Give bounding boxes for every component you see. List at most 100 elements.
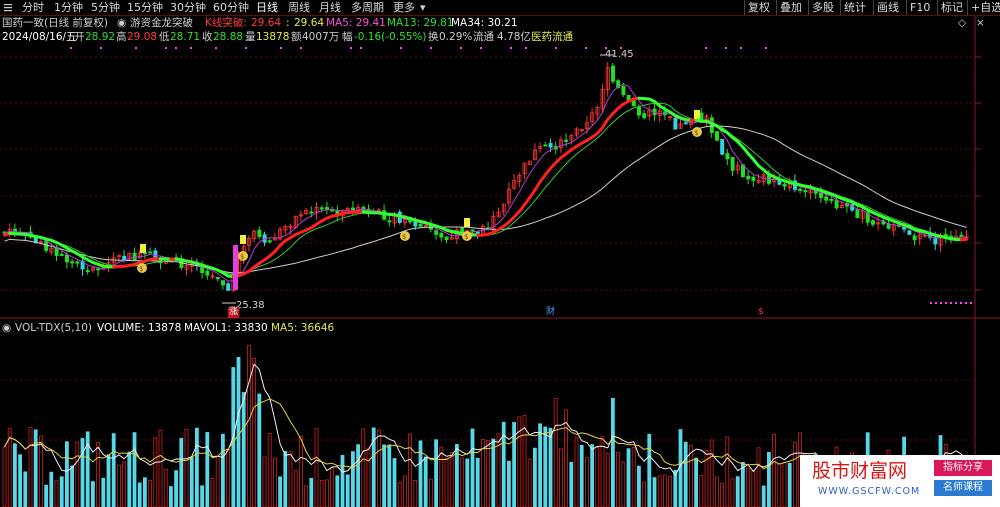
signal-dot [725, 47, 727, 49]
volume-bar [44, 484, 48, 507]
signal-dot [190, 47, 192, 49]
candle-body [715, 131, 720, 141]
signal-dot [480, 47, 482, 49]
volume-bar [657, 475, 662, 507]
volume-bar [80, 438, 85, 507]
volume-bar [475, 457, 480, 507]
volume-bar [163, 468, 168, 507]
candle-body [637, 106, 642, 116]
candle-body [324, 207, 329, 210]
money-bag-symbol: $ [464, 233, 468, 241]
signal-dot [350, 47, 352, 49]
volume-bar [153, 437, 158, 507]
volume-bar [96, 442, 100, 507]
volume-bar [91, 481, 95, 507]
volume-bar [330, 467, 335, 507]
volume-bar [694, 457, 698, 507]
signal-dot [300, 47, 302, 49]
candle-body [959, 234, 964, 237]
volume-bar [787, 462, 792, 507]
volume-bar [434, 439, 439, 507]
candle-body [205, 270, 210, 276]
signal-marker [240, 235, 246, 244]
volume-bar [533, 447, 537, 507]
volume-bar [148, 480, 153, 507]
volume-bar [709, 439, 714, 507]
volume-bar [101, 477, 106, 507]
volume-bar [725, 436, 730, 507]
volume-bar [746, 467, 750, 507]
volume-bar [179, 438, 184, 507]
volume-bar [652, 477, 657, 507]
breakout-candle [233, 245, 238, 290]
volume-bar [324, 479, 329, 507]
dividend-event-badge[interactable]: $ [758, 307, 764, 318]
volume-bar [423, 456, 428, 507]
candle-body [819, 192, 824, 199]
volume-bar [226, 448, 231, 507]
low-price-marker: 25.38 [236, 300, 265, 311]
volume-bar [376, 429, 381, 507]
volume-bar [304, 485, 309, 507]
volume-bar [465, 458, 470, 507]
candle-body [309, 211, 314, 214]
volume-bar [272, 457, 277, 507]
volume-bar [117, 464, 121, 507]
signal-dot [100, 47, 102, 49]
high-price-marker: 41.45 [605, 49, 634, 60]
watermark-tag-course: 名师课程 [934, 480, 992, 496]
volume-bar [158, 430, 163, 507]
volume-bar [772, 433, 776, 507]
signal-dot [525, 47, 527, 49]
kline-chart[interactable]: $ $ $ $ $ [0, 0, 1000, 507]
volume-indicator-name[interactable]: VOL-TDX(5,10) [15, 322, 92, 335]
volume-bar [215, 455, 220, 507]
signal-dot [950, 302, 952, 304]
volume-bar [298, 435, 303, 507]
limit-up-event-badge[interactable]: 涨 [228, 307, 240, 318]
volume-bar [668, 475, 672, 507]
volume-bar [715, 476, 719, 507]
volume-bar [18, 454, 23, 507]
signal-dot [740, 47, 742, 49]
volume-indicator-icon[interactable]: ◉ [2, 322, 11, 335]
candle-body [85, 270, 90, 273]
volume-bar [252, 357, 257, 507]
volume-bar [782, 462, 787, 507]
candle-body [257, 229, 262, 237]
volume-bar [59, 476, 64, 507]
finance-event-badge[interactable]: 财 [546, 307, 555, 318]
volume-bar [506, 460, 511, 507]
volume-bar [470, 428, 475, 507]
candle-body [912, 235, 917, 241]
candle-body [548, 143, 553, 148]
signal-dot [965, 302, 967, 304]
volume-readout: VOLUME: 13878 [97, 322, 182, 334]
vol-ma5-readout: MA5: 36646 [271, 322, 335, 334]
candle-body [746, 175, 751, 180]
candle-body [642, 113, 647, 119]
volume-bar [132, 432, 137, 507]
signal-dot [430, 47, 432, 49]
volume-bar [418, 440, 423, 507]
signal-dot [935, 302, 937, 304]
volume-bar [392, 458, 397, 507]
volume-bar [543, 426, 548, 507]
volume-bar [366, 447, 371, 507]
volume-bar [756, 447, 761, 507]
signal-dot [955, 302, 957, 304]
candle-body [220, 280, 225, 286]
money-bag-symbol: $ [139, 265, 143, 273]
volume-bar [460, 457, 465, 507]
volume-bar [39, 435, 43, 507]
signal-dot [460, 47, 462, 49]
signal-dot [360, 47, 362, 49]
volume-bar [449, 451, 454, 507]
volume-bar [319, 480, 324, 507]
volume-bar [288, 451, 293, 507]
candle-body [132, 252, 137, 261]
candle-body [460, 227, 465, 233]
watermark-brand: 股市财富网 [812, 460, 908, 482]
volume-bar [241, 392, 246, 507]
volume-bar [559, 448, 563, 507]
